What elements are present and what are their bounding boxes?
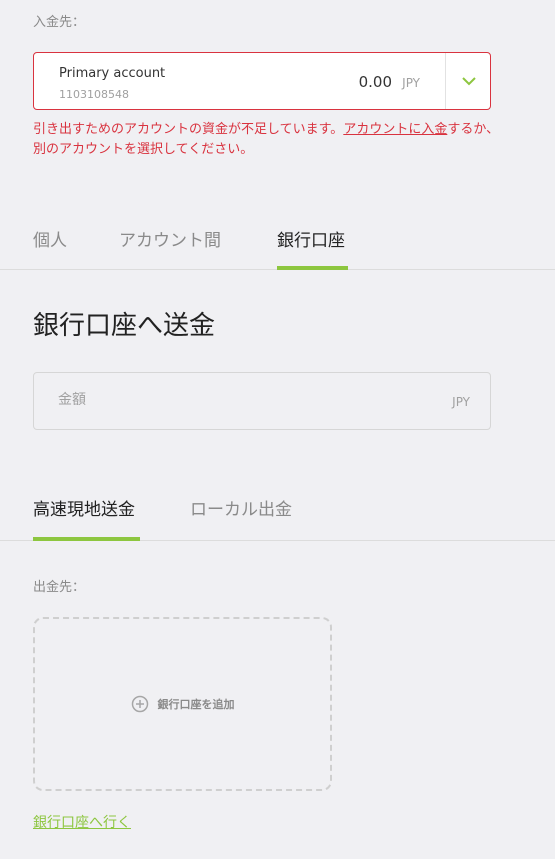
insufficient-funds-error: 引き出すためのアカウントの資金が不足しています。アカウントに入金するか、別のアカ… [33, 120, 503, 160]
tab-local-withdrawal[interactable]: ローカル出金 [190, 495, 292, 520]
amount-currency: JPY [452, 395, 470, 409]
error-text-part1: 引き出すためのアカウントの資金が不足しています。 [33, 122, 344, 137]
tab-bank-account[interactable]: 銀行口座 [277, 226, 345, 251]
section-title: 銀行口座へ送金 [33, 311, 216, 341]
tab-fast-local-transfer[interactable]: 高速現地送金 [33, 495, 135, 520]
active-method-indicator [33, 537, 140, 541]
amount-field: JPY [33, 372, 491, 430]
withdraw-to-label: 出金先： [33, 580, 86, 595]
account-name: Primary account [59, 66, 166, 81]
chevron-down-icon [461, 76, 476, 85]
account-balance: 0.00 [358, 73, 392, 91]
account-currency: JPY [402, 76, 420, 90]
deposit-to-account-link[interactable]: アカウントに入金 [343, 122, 447, 137]
account-number: 1103108548 [59, 88, 129, 101]
add-bank-account-button[interactable]: 銀行口座を追加 [33, 617, 332, 791]
add-bank-content: 銀行口座を追加 [131, 695, 235, 713]
account-selector[interactable]: Primary account 1103108548 0.00 JPY [33, 52, 491, 110]
amount-input[interactable] [56, 391, 410, 409]
transfer-type-tabs: 個人 アカウント間 銀行口座 [0, 226, 555, 270]
withdraw-page: 入金先： Primary account 1103108548 0.00 JPY… [0, 0, 555, 859]
tab-personal[interactable]: 個人 [33, 226, 67, 251]
active-tab-indicator [277, 266, 348, 270]
withdraw-method-tabs: 高速現地送金 ローカル出金 [0, 495, 555, 541]
account-dropdown-toggle[interactable] [446, 53, 491, 109]
add-bank-label: 銀行口座を追加 [157, 698, 235, 711]
tab-between-accounts[interactable]: アカウント間 [119, 226, 221, 251]
deposit-to-label: 入金先： [33, 15, 86, 30]
plus-circle-icon [131, 695, 148, 713]
go-to-bank-accounts-link[interactable]: 銀行口座へ行く [33, 812, 131, 832]
